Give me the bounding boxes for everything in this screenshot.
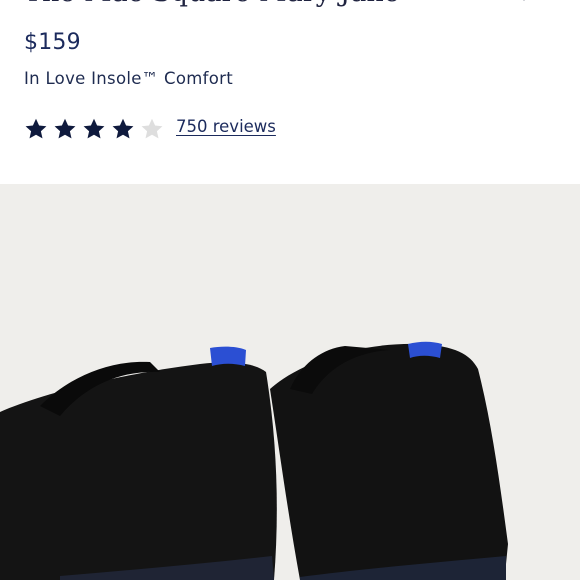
star-icon [111, 117, 135, 141]
star-icon [53, 117, 77, 141]
left-heel-tab [210, 346, 246, 366]
star-icon [140, 117, 164, 141]
star-icon [82, 117, 106, 141]
shoe-photo [0, 341, 508, 580]
star-icon [24, 117, 48, 141]
reviews-link[interactable]: 750 reviews [176, 117, 276, 136]
rating-stars[interactable] [24, 116, 169, 142]
feature-text: In Love Insole™ Comfort [24, 69, 233, 88]
right-heel-tab [408, 341, 442, 358]
product-price: $159 [24, 30, 81, 55]
product-image[interactable] [0, 184, 580, 580]
product-title: The Mae Square Mary Jane [24, 0, 544, 8]
left-shoe-body [0, 362, 277, 580]
